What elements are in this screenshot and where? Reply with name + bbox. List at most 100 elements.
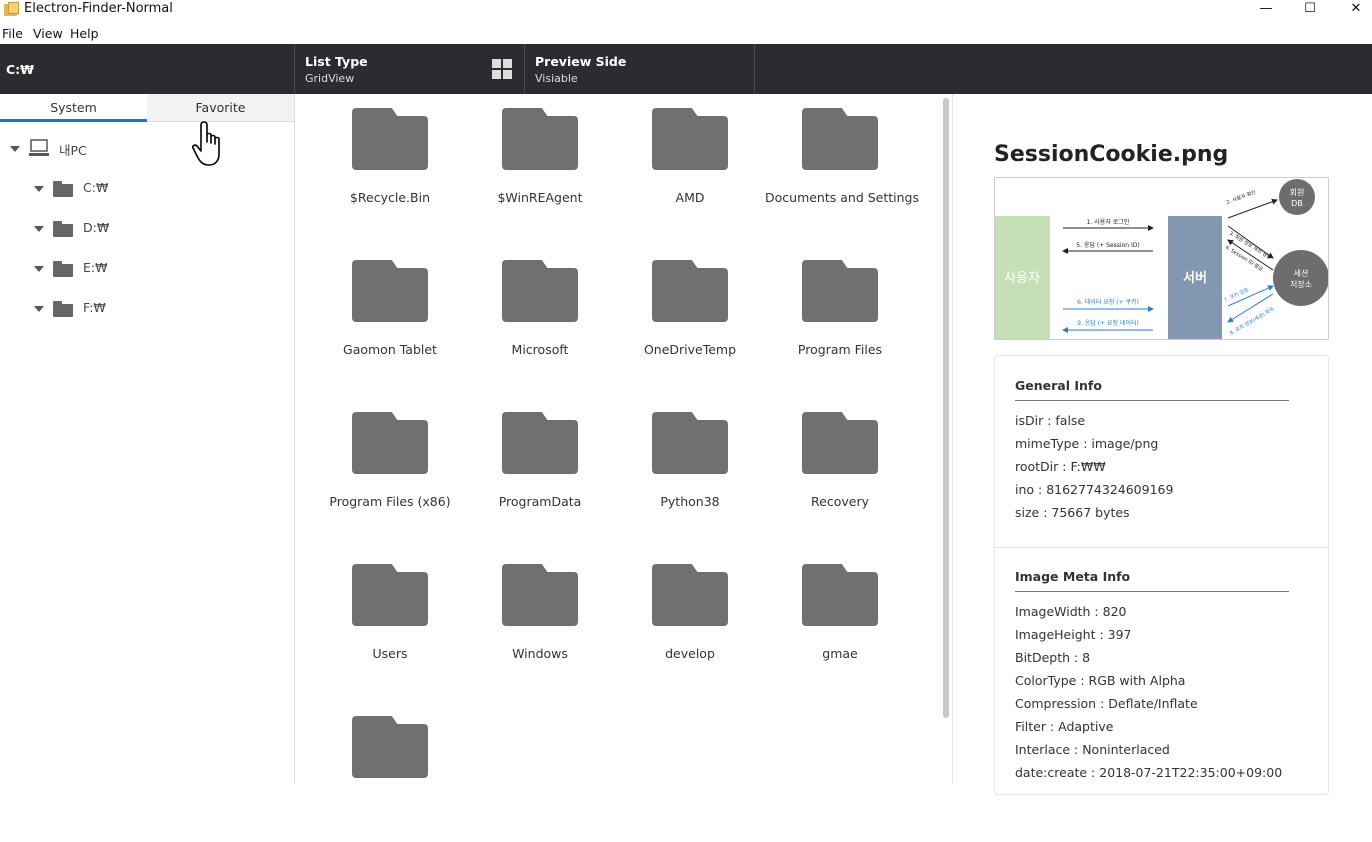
tree-label-drive: F:₩ (83, 300, 106, 315)
diagram-store-1: 세션 (1294, 268, 1309, 278)
diagram-db-2: DB (1291, 199, 1303, 208)
tree-item-drive-d[interactable]: D:₩ (0, 218, 290, 240)
tree-label-mypc: 내PC (59, 143, 87, 158)
preview-side-label: Preview Side (535, 54, 627, 69)
file-item[interactable] (315, 702, 465, 842)
diagram-user: 사용자 (1004, 271, 1040, 286)
hand-pointer-icon (192, 121, 220, 166)
tree-item-drive-f[interactable]: F:₩ (0, 298, 290, 320)
info-card: General Info isDir : false mimeType : im… (994, 355, 1329, 795)
folder-icon (352, 716, 428, 778)
file-name: Gaomon Tablet (343, 342, 437, 357)
header-divider (524, 44, 525, 94)
tree-label-drive: C:₩ (83, 180, 109, 195)
info-size: size : 75667 bytes (1015, 505, 1130, 520)
diagram-store-2: 저장소 (1290, 279, 1312, 289)
meta-filter: Filter : Adaptive (1015, 719, 1114, 734)
file-item[interactable]: Users (315, 550, 465, 690)
file-item[interactable]: ProgramData (465, 398, 615, 538)
expand-triangle-icon[interactable] (10, 146, 20, 152)
file-item[interactable]: develop (615, 550, 765, 690)
preview-side-value[interactable]: Visiable (535, 72, 578, 85)
diagram-arrow-2: 2. 사용자 확인 (1225, 189, 1257, 206)
folder-icon (352, 564, 428, 626)
meta-color-type: ColorType : RGB with Alpha (1015, 673, 1186, 688)
grid-view-icon[interactable] (492, 59, 512, 79)
tree-label-drive: E:₩ (83, 260, 108, 275)
tree-item-drive-c[interactable]: C:₩ (0, 178, 290, 200)
expand-triangle-icon[interactable] (34, 306, 44, 312)
file-item[interactable]: Documents and Settings (765, 94, 919, 234)
folder-icon (652, 412, 728, 474)
file-name: Program Files (797, 342, 883, 357)
tree-item-mypc[interactable]: 내PC (0, 138, 290, 160)
meta-bit-depth: BitDepth : 8 (1015, 650, 1091, 665)
menu-bar: File View Help (0, 24, 1372, 44)
diagram-arrow-1: 1. 사용자 로그인 (1087, 218, 1130, 226)
file-item[interactable]: Microsoft (465, 246, 615, 386)
tab-system[interactable]: System (0, 94, 147, 122)
folder-icon (502, 412, 578, 474)
file-item[interactable]: Gaomon Tablet (315, 246, 465, 386)
tab-favorite[interactable]: Favorite (147, 94, 294, 122)
file-item[interactable]: Windows (465, 550, 615, 690)
file-name: Program Files (x86) (329, 494, 451, 509)
diagram-arrow-9: 9. 응답 (+ 요청 데이터) (1077, 319, 1139, 327)
close-button[interactable]: ✕ (1333, 0, 1372, 20)
folder-icon (53, 221, 73, 237)
meta-image-width: ImageWidth : 820 (1015, 604, 1127, 619)
folder-icon (652, 108, 728, 170)
file-name: develop (665, 646, 715, 661)
list-type-value[interactable]: GridView (305, 72, 354, 85)
tree-item-drive-e[interactable]: E:₩ (0, 258, 290, 280)
diagram-arrow-3: 3. 회원 정보 세션 생성 (1228, 230, 1272, 261)
file-item[interactable]: Program Files (765, 246, 915, 386)
minimize-button[interactable]: — (1243, 0, 1289, 20)
meta-compression: Compression : Deflate/Inflate (1015, 696, 1198, 711)
folder-icon (53, 261, 73, 277)
preview-filename: SessionCookie.png (994, 142, 1229, 167)
menu-file[interactable]: File (2, 26, 23, 41)
file-item[interactable]: $WinREAgent (465, 94, 615, 234)
diagram-arrow-8: 8. 유저 정보(세션) 획득 (1229, 305, 1276, 336)
folder-icon (652, 260, 728, 322)
expand-triangle-icon[interactable] (34, 186, 44, 192)
diagram-arrow-7: 7. 쿠키 검증 (1223, 286, 1250, 304)
file-name: $WinREAgent (497, 190, 583, 205)
folder-icon (352, 412, 428, 474)
menu-view[interactable]: View (33, 26, 63, 41)
list-type-label: List Type (305, 54, 368, 69)
title-bar: Electron-Finder-Normal — ☐ ✕ (0, 0, 1372, 20)
file-name: $Recycle.Bin (349, 190, 431, 205)
current-path: C:₩ (6, 62, 34, 77)
computer-icon (29, 139, 49, 156)
file-item[interactable]: OneDriveTemp (615, 246, 765, 386)
file-name: OneDriveTemp (643, 342, 737, 357)
maximize-button[interactable]: ☐ (1287, 0, 1333, 20)
folder-icon (652, 564, 728, 626)
diagram-db-1: 회원 (1290, 188, 1305, 197)
file-item[interactable]: Recovery (765, 398, 915, 538)
folder-icon (502, 260, 578, 322)
file-item[interactable]: Program Files (x86) (315, 398, 465, 538)
file-item[interactable]: Python38 (615, 398, 765, 538)
image-meta-title: Image Meta Info (1015, 569, 1131, 584)
section-rule (1015, 400, 1289, 401)
window-title: Electron-Finder-Normal (24, 1, 173, 16)
info-ino: ino : 8162774324609169 (1015, 482, 1174, 497)
folder-icon (502, 564, 578, 626)
app-icon (4, 2, 20, 16)
sidebar: System Favorite 내PC C:₩ D:₩ E:₩ F:₩ (0, 94, 295, 784)
info-isdir: isDir : false (1015, 413, 1086, 428)
scrollbar[interactable] (943, 98, 949, 718)
file-item[interactable]: $Recycle.Bin (315, 94, 465, 234)
expand-triangle-icon[interactable] (34, 266, 44, 272)
header-divider (754, 44, 755, 94)
section-rule (1015, 591, 1289, 592)
menu-help[interactable]: Help (70, 26, 99, 41)
file-name: Recovery (811, 494, 869, 509)
file-item[interactable]: AMD (615, 94, 765, 234)
meta-date-create: date:create : 2018-07-21T22:35:00+09:00 (1015, 765, 1283, 780)
expand-triangle-icon[interactable] (34, 226, 44, 232)
file-item[interactable]: gmae (765, 550, 915, 690)
